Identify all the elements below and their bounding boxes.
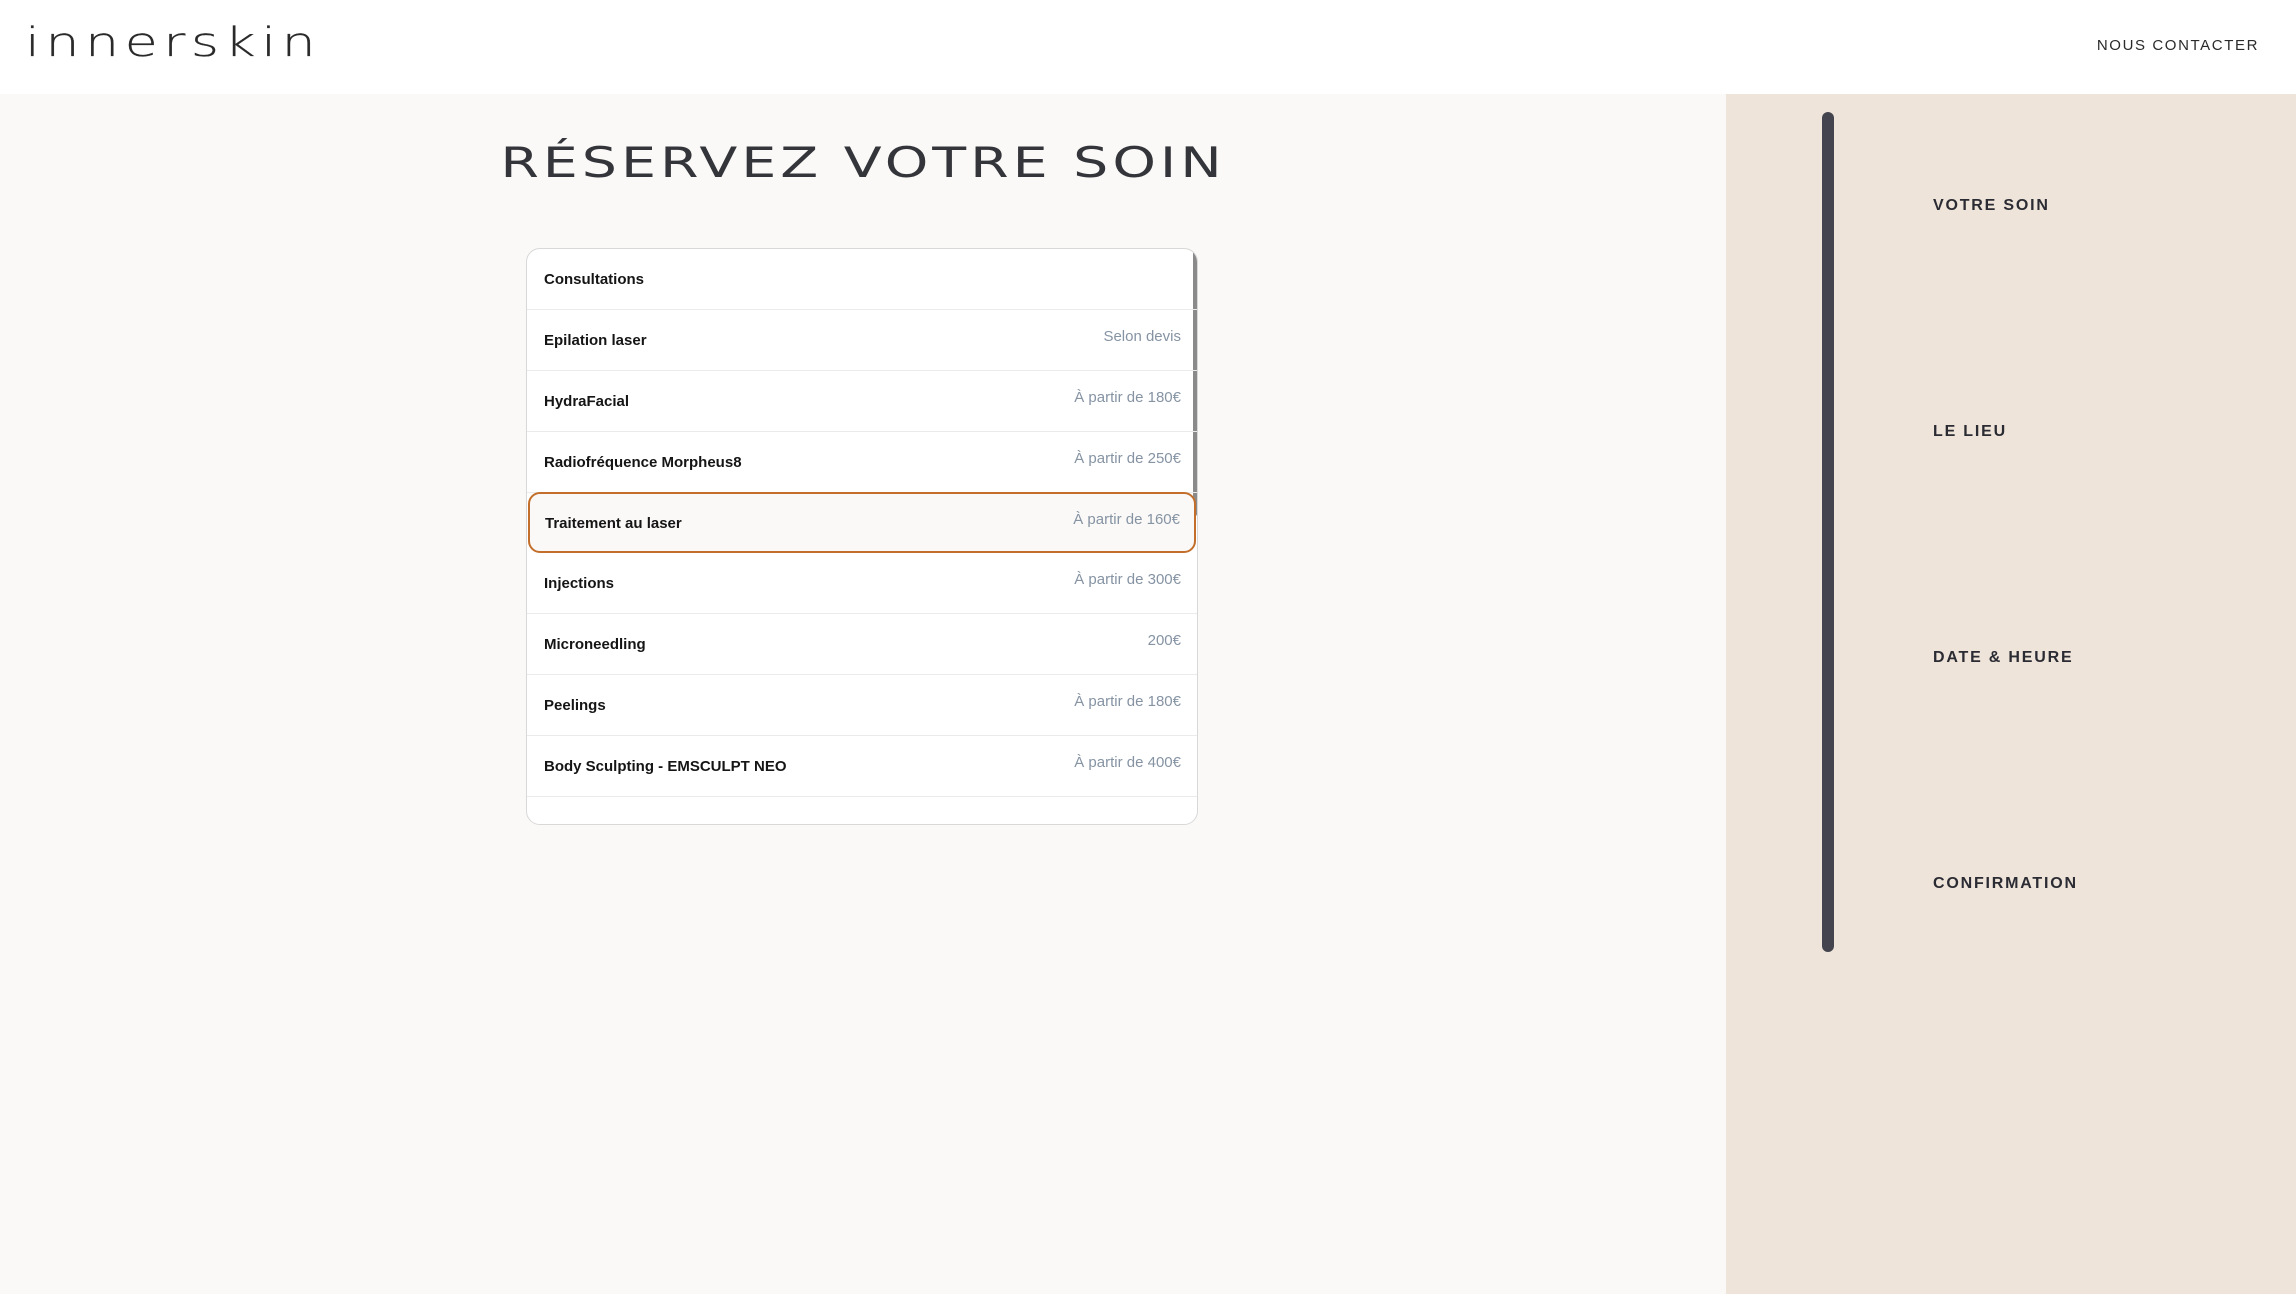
service-price: 200€ [1147, 632, 1181, 649]
service-consultations[interactable]: Consultations [527, 249, 1197, 310]
service-price: À partir de 250€ [1074, 450, 1181, 467]
service-injections[interactable]: Injections À partir de 300€ [527, 553, 1197, 614]
service-epilation-laser[interactable]: Epilation laser Selon devis [527, 310, 1197, 371]
service-name: Body Sculpting - EMSCULPT NEO [544, 758, 787, 775]
page-title: RÉSERVEZ VOTRE SOIN [500, 138, 1226, 187]
booking-main: RÉSERVEZ VOTRE SOIN Consultations Epilat… [0, 94, 1726, 1294]
service-name: Microneedling [544, 636, 646, 653]
progress-bar [1822, 112, 1834, 952]
service-name: Injections [544, 575, 615, 592]
service-peelings[interactable]: Peelings À partir de 180€ [527, 675, 1197, 736]
step-confirmation[interactable]: CONFIRMATION [1933, 875, 2078, 893]
step-date-heure[interactable]: DATE & HEURE [1933, 649, 2073, 667]
innerskin-logo[interactable]: innerskin [25, 20, 321, 66]
site-header: innerskin NOUS CONTACTER [0, 0, 2296, 94]
contact-link[interactable]: NOUS CONTACTER [2097, 37, 2259, 54]
service-list[interactable]: Consultations Epilation laser Selon devi… [526, 248, 1198, 825]
service-radiofrequence[interactable]: Radiofréquence Morpheus8 À partir de 250… [527, 432, 1197, 493]
booking-steps-sidebar: VOTRE SOIN LE LIEU DATE & HEURE CONFIRMA… [1726, 94, 2296, 1294]
service-body-sculpting[interactable]: Body Sculpting - EMSCULPT NEO À partir d… [527, 736, 1197, 797]
service-price: À partir de 160€ [1073, 511, 1180, 528]
service-hydrafacial[interactable]: HydraFacial À partir de 180€ [527, 371, 1197, 432]
service-microneedling[interactable]: Microneedling 200€ [527, 614, 1197, 675]
service-name: HydraFacial [544, 393, 630, 410]
service-name: Epilation laser [544, 332, 647, 349]
service-name: Traitement au laser [545, 515, 682, 532]
service-name: Radiofréquence Morpheus8 [544, 454, 742, 471]
service-price: À partir de 300€ [1074, 571, 1181, 588]
service-price: À partir de 180€ [1074, 693, 1181, 710]
service-name: Consultations [544, 271, 644, 288]
service-traitement-laser-selected[interactable]: Traitement au laser À partir de 160€ [528, 492, 1196, 553]
service-name: Peelings [544, 697, 606, 714]
step-votre-soin[interactable]: VOTRE SOIN [1933, 197, 2050, 215]
service-price: À partir de 400€ [1074, 754, 1181, 771]
service-price: Selon devis [1103, 328, 1181, 345]
service-price: À partir de 180€ [1074, 389, 1181, 406]
step-le-lieu[interactable]: LE LIEU [1933, 423, 2007, 441]
